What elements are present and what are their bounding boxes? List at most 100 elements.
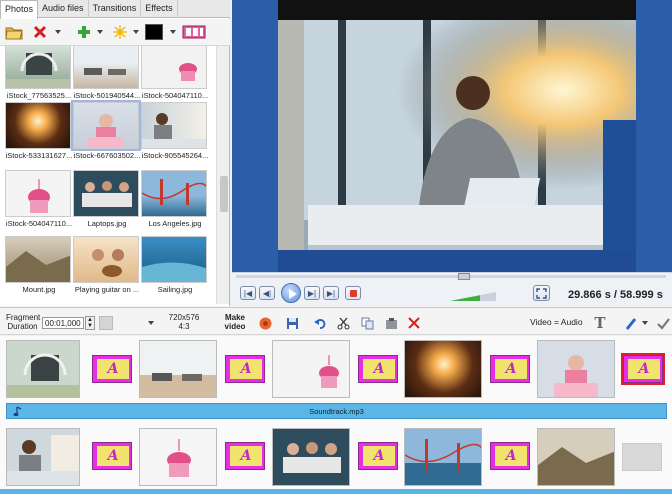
transition-item[interactable]: A bbox=[92, 355, 132, 383]
video-equals-audio-toggle[interactable]: Video = Audio bbox=[530, 318, 583, 327]
thumbnail-item[interactable]: Laptops.jpg bbox=[73, 170, 141, 228]
car-panorama-photo bbox=[140, 341, 216, 397]
transition-a-icon: A bbox=[97, 359, 129, 379]
transition-a-icon: A bbox=[363, 446, 395, 466]
effects-button[interactable] bbox=[110, 23, 130, 41]
timeline-clip-cupcake[interactable] bbox=[272, 340, 350, 398]
timeline-clip-laptops[interactable] bbox=[272, 428, 350, 486]
transition-a-icon: A bbox=[97, 446, 129, 466]
tab-photos[interactable]: Photos bbox=[0, 0, 39, 19]
tab-effects[interactable]: Effects bbox=[141, 0, 178, 18]
timeline-clip-cupcake[interactable] bbox=[139, 428, 217, 486]
delete-button[interactable] bbox=[30, 23, 50, 41]
thumbnail-caption: iStock-501940544... bbox=[73, 91, 141, 100]
time-readout: 29.866 s / 58.999 s bbox=[568, 289, 663, 301]
previous-frame-button[interactable]: ◀| bbox=[259, 286, 275, 300]
fragment-duration-label: Fragment Duration bbox=[6, 313, 40, 331]
transition-item[interactable]: A bbox=[225, 355, 265, 383]
thumbnail-caption: Playing guitar on ... bbox=[74, 285, 140, 294]
timeline-clip-cave[interactable] bbox=[404, 340, 482, 398]
save-button[interactable] bbox=[285, 316, 299, 330]
seek-handle[interactable] bbox=[458, 273, 470, 280]
check-button[interactable] bbox=[656, 316, 670, 330]
play-button[interactable] bbox=[281, 283, 301, 303]
thumbnail-item[interactable]: Los Angeles.jpg bbox=[141, 170, 209, 228]
go-to-end-button[interactable]: ▶| bbox=[323, 286, 339, 300]
thumbnail-item[interactable]: Sailing.jpg bbox=[141, 236, 209, 294]
timeline-clip-mountain[interactable] bbox=[537, 428, 615, 486]
chevron-down-icon[interactable] bbox=[642, 321, 648, 325]
thumbnail-item[interactable]: Mount.jpg bbox=[5, 236, 73, 294]
folder-icon bbox=[5, 27, 23, 39]
tab-transitions[interactable]: Transitions bbox=[89, 0, 142, 18]
timeline-clip-golden-gate[interactable] bbox=[404, 428, 482, 486]
cut-button[interactable] bbox=[336, 316, 350, 330]
thumbnail-item[interactable]: iStock-504047110... bbox=[141, 46, 209, 100]
main-toolbar: Fragment Duration 00:01,000 ▲ ▼ 720x576 4… bbox=[0, 307, 672, 335]
remove-button[interactable] bbox=[407, 316, 421, 330]
thumbnail-item[interactable]: iStock-667603502... bbox=[71, 100, 141, 160]
undo-button[interactable] bbox=[313, 316, 327, 330]
brush-button[interactable] bbox=[624, 316, 638, 330]
chevron-down-icon[interactable] bbox=[55, 30, 61, 34]
audio-track[interactable]: Soundtrack.mp3 bbox=[6, 403, 667, 419]
color-picker-button[interactable] bbox=[143, 23, 165, 41]
checkmark-icon bbox=[656, 317, 670, 330]
transition-a-icon: A bbox=[495, 446, 527, 466]
transition-item[interactable]: A bbox=[225, 442, 265, 470]
man-laptop-photo bbox=[141, 102, 207, 149]
transition-item[interactable]: A bbox=[358, 442, 398, 470]
duration-input[interactable]: 00:01,000 bbox=[42, 317, 84, 329]
go-to-start-button[interactable]: |◀ bbox=[240, 286, 256, 300]
chevron-down-icon[interactable] bbox=[97, 30, 103, 34]
make-video-button[interactable]: Make video bbox=[222, 313, 248, 331]
thumbnail-scrollbar[interactable] bbox=[216, 46, 229, 304]
chevron-down-icon[interactable] bbox=[148, 321, 154, 325]
timeline-clip-car-panorama[interactable] bbox=[139, 340, 217, 398]
tab-audio-files[interactable]: Audio files bbox=[38, 0, 89, 18]
red-x-icon bbox=[408, 317, 420, 329]
transition-item-selected[interactable]: A bbox=[621, 353, 665, 385]
thumbnail-grid: iStock_77563525... iStock-501940544... i… bbox=[0, 46, 216, 306]
thumbnail-item[interactable]: iStock-501940544... bbox=[73, 46, 141, 100]
time-separator: / bbox=[613, 289, 617, 301]
thumbnail-item[interactable]: iStock_77563525... bbox=[5, 46, 73, 100]
seek-track[interactable] bbox=[236, 273, 666, 280]
transition-item[interactable]: A bbox=[92, 442, 132, 470]
transition-item[interactable]: A bbox=[490, 442, 530, 470]
copy-button[interactable] bbox=[360, 316, 374, 330]
volume-slider[interactable] bbox=[450, 292, 496, 301]
thumbnail-item[interactable]: Playing guitar on ... bbox=[73, 236, 141, 294]
chevron-down-icon[interactable] bbox=[170, 30, 176, 34]
fullscreen-button[interactable] bbox=[533, 285, 550, 301]
transition-item[interactable]: A bbox=[358, 355, 398, 383]
thumbnail-item[interactable]: iStock-504047110... bbox=[5, 170, 73, 228]
thumbnail-item[interactable]: iStock-905545264... bbox=[141, 102, 209, 160]
scissors-icon bbox=[337, 317, 349, 329]
guitar-photo bbox=[73, 236, 139, 283]
mountain-photo bbox=[5, 236, 71, 283]
timeline-clip-baby-cake[interactable] bbox=[537, 340, 615, 398]
add-button[interactable] bbox=[74, 23, 94, 41]
paste-button[interactable] bbox=[384, 316, 398, 330]
scrollbar-thumb[interactable] bbox=[220, 176, 228, 212]
video-format-label[interactable]: 720x576 4:3 bbox=[166, 313, 202, 331]
open-folder-button[interactable] bbox=[4, 23, 24, 41]
timeline-clip-man-laptop[interactable] bbox=[6, 428, 80, 486]
green-plus-icon bbox=[78, 26, 90, 38]
stop-button[interactable] bbox=[345, 286, 361, 300]
record-icon bbox=[259, 317, 271, 329]
man-laptop-photo bbox=[7, 429, 79, 485]
apply-duration-button[interactable] bbox=[99, 316, 113, 330]
record-button[interactable] bbox=[258, 316, 272, 330]
next-frame-button[interactable]: ▶| bbox=[304, 286, 320, 300]
empty-timeline-slot[interactable] bbox=[622, 443, 662, 471]
duration-stepper[interactable]: ▲ ▼ bbox=[85, 316, 95, 330]
thumbnail-item[interactable]: iStock-533131627... bbox=[5, 102, 73, 160]
transition-item[interactable]: A bbox=[490, 355, 530, 383]
chevron-down-icon[interactable] bbox=[133, 30, 139, 34]
timeline-clip-headphones[interactable] bbox=[6, 340, 80, 398]
slideshow-button[interactable] bbox=[181, 23, 207, 41]
text-button[interactable]: T bbox=[593, 314, 607, 332]
transition-a-icon: A bbox=[495, 359, 527, 379]
